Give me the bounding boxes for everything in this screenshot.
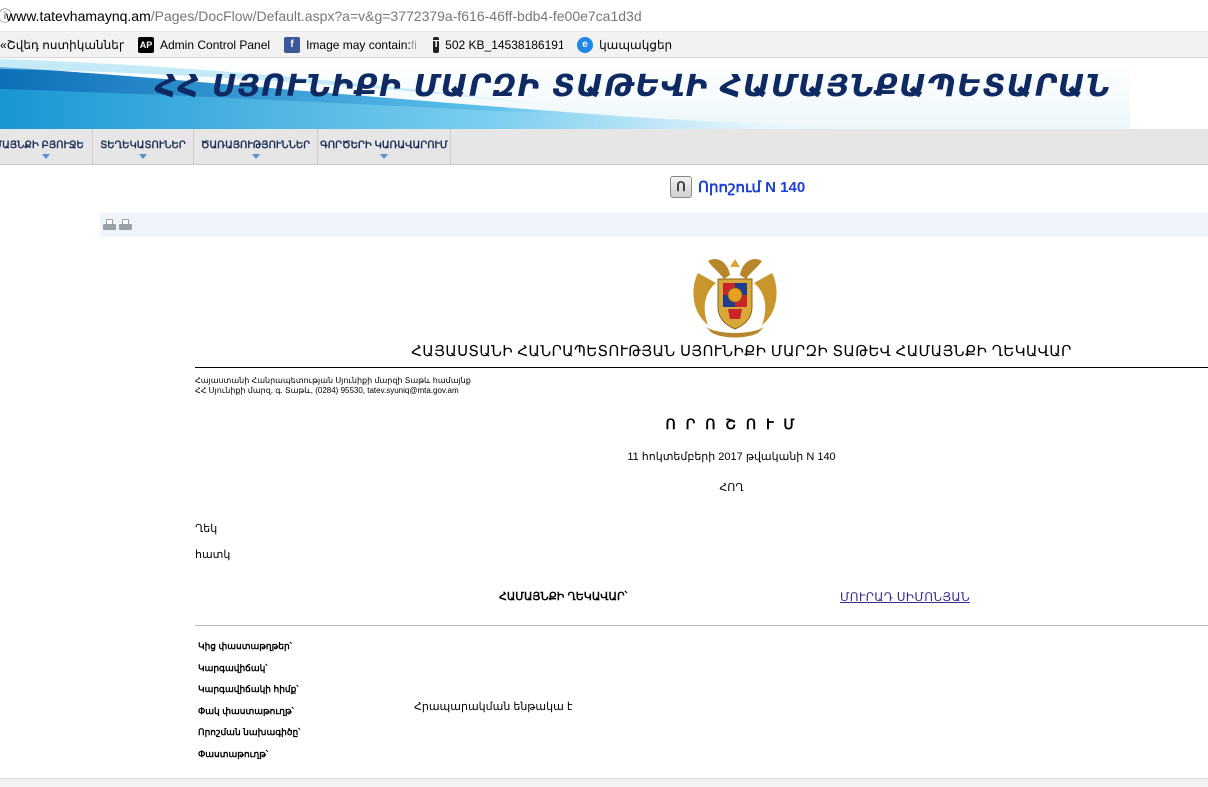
print-toolbar	[100, 213, 1208, 237]
address-line: Հայաստանի Հանրապետության Սյունիքի մարզի …	[195, 376, 471, 385]
decree-subject: ՀՈՂ	[719, 482, 744, 494]
bookmark-item[interactable]: «Շվեդ ոստիկաններ	[0, 38, 124, 52]
decree-heading: Ո Ր Ո Շ Ո Ւ Մ	[665, 416, 798, 432]
meta-label-document: Փաստաթուղթ՝	[198, 748, 269, 759]
bookmarks-bar: «Շվեդ ոստիկաններ AP Admin Control Panel …	[0, 32, 1208, 58]
url-path: /Pages/DocFlow/Default.aspx?a=v&g=377237…	[150, 7, 642, 24]
paragraph: Ղեկ	[195, 523, 218, 535]
bookmark-item[interactable]: AP Admin Control Panel	[138, 36, 271, 53]
chevron-down-icon	[139, 153, 147, 159]
divider	[195, 625, 1208, 626]
e-icon: e	[577, 36, 594, 53]
republic-heading: ՀԱՅԱՍՏԱՆԻ ՀԱՆՐԱՊԵՏՈՒԹՅԱՆ ՍՅՈՒՆԻՔԻ ՄԱՐԶԻ …	[411, 343, 1072, 360]
nav-item-budget[interactable]: ՄԱՅՆՔԻ ԲՅՈՒՋԵ	[0, 129, 93, 165]
head-name-link[interactable]: ՄՈՒՐԱԴ ՍԻՄՈՆՅԱՆ	[840, 590, 970, 604]
paragraph: հատկ	[195, 549, 231, 561]
nav-item-business[interactable]: ԳՈՐԾԵՐԻ ԿԱՌԱՎԱՐՈՒՄ	[318, 129, 451, 165]
meta-label-status: Կարգավիճակ՝	[198, 662, 268, 673]
meta-value-closed: Հրապարակման ենթակա է	[414, 701, 573, 713]
nav-label: ՏԵՂԵԿԱՏՈՒՆԵՐ	[100, 139, 186, 151]
t-icon: T	[433, 36, 440, 53]
print-preview-icon[interactable]	[119, 218, 132, 232]
chevron-down-icon	[380, 153, 388, 159]
address-block: Հայաստանի Հանրապետության Սյունիքի մարզի …	[195, 376, 471, 396]
bookmark-label-fade: fi	[410, 37, 417, 52]
url-host: www.tatevhamaynq.am	[6, 7, 151, 24]
chevron-down-icon	[251, 153, 260, 159]
nav-label: ԾԱՌԱՅՈՒԹՅՈՒՆՆԵՐ	[200, 139, 311, 151]
nav-label: ԳՈՐԾԵՐԻ ԿԱՌԱՎԱՐՈՒՄ	[320, 139, 448, 151]
document-title: Որոշում N 140	[698, 179, 806, 196]
site-banner: ՀՀ ՍՅՈՒՆԻՔԻ ՄԱՐԶԻ ՏԱԹԵՎԻ ՀԱՄԱՅՆՔԱՊԵՏԱՐԱՆ	[0, 59, 1130, 129]
bookmark-item[interactable]: f Image may contain: fi	[284, 36, 419, 53]
document-header: Ո Որոշում N 140	[670, 176, 805, 198]
main-nav: ՄԱՅՆՔԻ ԲՅՈՒՋԵ ՏԵՂԵԿԱՏՈՒՆԵՐ ԾԱՌԱՅՈՒԹՅՈՒՆՆ…	[0, 129, 1208, 165]
decree-date: 11 հոկտեմբերի 2017 թվականի N 140	[627, 451, 836, 463]
address-line: ՀՀ Սյունիքի մարզ, գ. Տաթև, (0284) 95530,…	[195, 386, 459, 395]
metadata-labels: Կից փաստաթղթեր՝ Կարգավիճակ՝ Կարգավիճակի …	[198, 636, 300, 765]
ap-logo-icon: AP	[138, 36, 154, 53]
nav-item-services[interactable]: ԾԱՌԱՅՈՒԹՅՈՒՆՆԵՐ	[194, 129, 318, 165]
head-label: ՀԱՄԱՅՆՔԻ ՂԵԿԱՎԱՐ՝	[499, 591, 628, 603]
chevron-down-icon	[42, 153, 50, 159]
bookmark-label: Admin Control Panel	[160, 37, 271, 52]
bookmark-item[interactable]: e կապակցեր	[577, 36, 673, 53]
meta-label-draft: Որոշման նախագիծը՝	[198, 727, 301, 737]
divider	[195, 367, 1208, 368]
footer-divider	[0, 778, 1208, 787]
bookmark-item[interactable]: T 502 KB_14538186191	[433, 36, 564, 53]
bookmark-label: «Շվեդ ոստիկաններ	[0, 37, 124, 52]
banner-title: ՀՀ ՍՅՈՒՆԻՔԻ ՄԱՐԶԻ ՏԱԹԵՎԻ ՀԱՄԱՅՆՔԱՊԵՏԱՐԱՆ	[155, 69, 1111, 104]
address-bar[interactable]: ⓘ www.tatevhamaynq.am/Pages/DocFlow/Defa…	[0, 0, 1208, 32]
print-icon[interactable]	[103, 218, 116, 232]
meta-label-closed: Փակ փաստաթուղթ՝	[198, 705, 294, 716]
facebook-icon: f	[284, 36, 301, 53]
coat-of-arms-icon	[693, 258, 777, 338]
meta-label-attachments: Կից փաստաթղթեր՝	[198, 641, 292, 651]
document-icon: Ո	[670, 176, 692, 198]
nav-item-info[interactable]: ՏԵՂԵԿԱՏՈՒՆԵՐ	[93, 129, 194, 165]
bookmark-label: 502 KB_14538186191	[445, 37, 564, 52]
bookmark-label: կապակցեր	[599, 37, 673, 52]
bookmark-label: Image may contain:	[306, 37, 411, 52]
meta-label-status-basis: Կարգավիճակի հիմք՝	[198, 684, 299, 694]
nav-label: ՄԱՅՆՔԻ ԲՅՈՒՋԵ	[0, 139, 84, 151]
